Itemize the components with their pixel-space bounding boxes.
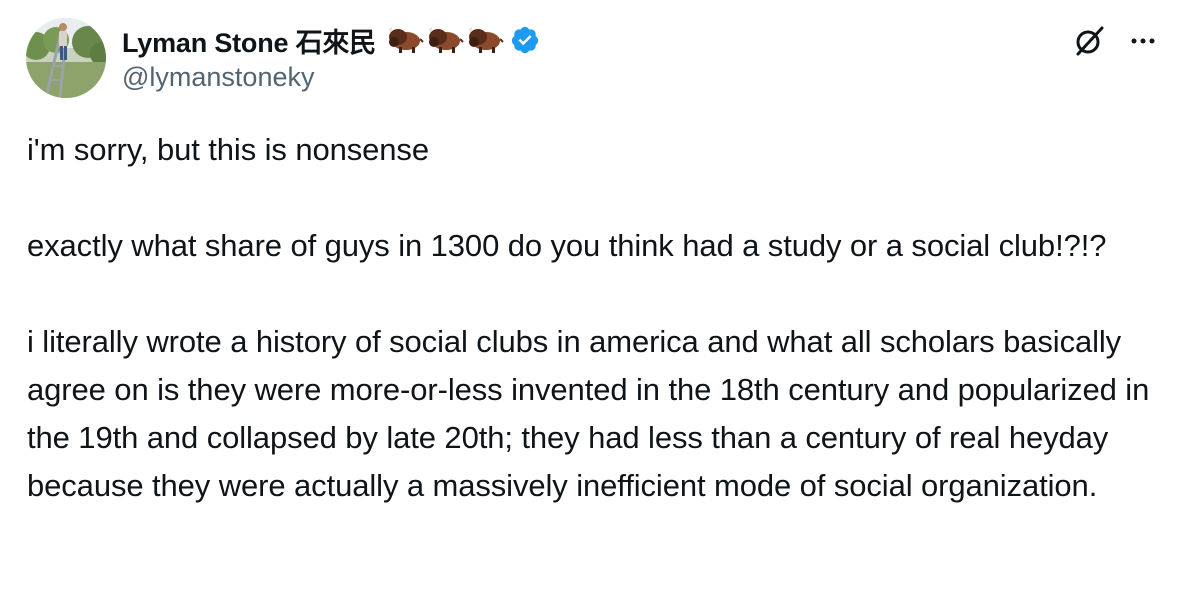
name-row: Lyman Stone 石來民: [122, 22, 540, 58]
tweet-header: Lyman Stone 石來民 @lymanstoneky: [122, 22, 540, 102]
grok-icon[interactable]: [1072, 24, 1106, 58]
tweet-actions: [1072, 24, 1158, 58]
tweet-card: Lyman Stone 石來民 @lymanstoneky i'm sorry,…: [0, 0, 1188, 612]
display-name[interactable]: Lyman Stone 石來民: [122, 21, 376, 60]
handle[interactable]: @lymanstoneky: [122, 62, 540, 93]
bison-icon: [389, 27, 424, 53]
avatar-image: [26, 18, 106, 98]
avatar[interactable]: [26, 18, 106, 98]
tweet-paragraph: exactly what share of guys in 1300 do yo…: [27, 228, 1107, 263]
more-icon[interactable]: [1128, 26, 1158, 56]
tweet-paragraph: i'm sorry, but this is nonsense: [27, 132, 429, 167]
tweet-text: i'm sorry, but this is nonsense exactly …: [27, 126, 1162, 510]
bison-icon: [469, 27, 504, 53]
tweet-paragraph: i literally wrote a history of social cl…: [27, 324, 1150, 503]
verified-badge-icon[interactable]: [510, 25, 540, 55]
emoji-badges: [386, 26, 506, 54]
bison-icon: [429, 27, 464, 53]
